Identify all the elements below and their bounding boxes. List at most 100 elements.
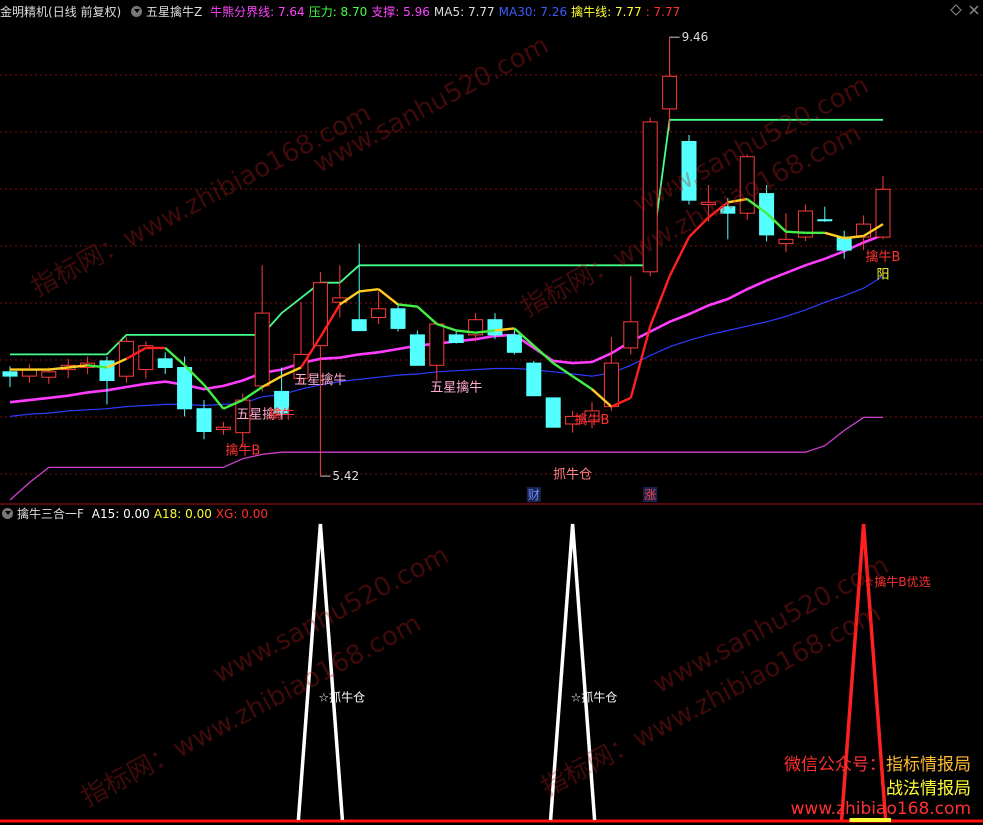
indicator-label: 擒牛线: <box>571 5 612 19</box>
signal-label: 擒牛B <box>575 412 610 428</box>
period-label: (日线 前复权) <box>48 5 122 19</box>
indicator-value: 0.00 <box>181 507 212 521</box>
candles[interactable] <box>2 37 891 477</box>
spike-label: ☆擒牛B优选 <box>864 574 931 589</box>
candle-body <box>448 334 464 343</box>
trend-segment <box>377 288 399 306</box>
indicator-label: XG: <box>215 507 238 521</box>
trend-segment <box>299 336 322 369</box>
promo-line-3: www.zhibiao168.com <box>790 799 971 819</box>
candle-body <box>196 408 212 433</box>
candle-body <box>254 312 270 387</box>
sub-header: 擒牛三合一F A15: 0.00 A18: 0.00 XG: 0.00 <box>0 504 276 524</box>
signal-label: 擒牛B <box>866 249 901 265</box>
candle-body <box>526 362 542 397</box>
trend-segment <box>688 216 710 238</box>
indicator-value: 7.64 <box>274 5 305 19</box>
trend-segment <box>397 303 418 308</box>
indicator-label: 压力: <box>308 5 337 19</box>
trend-segment <box>668 236 691 277</box>
candle-body <box>429 323 445 366</box>
indicator-name[interactable]: 五星擒牛Z <box>146 5 202 19</box>
diamond-icon[interactable] <box>950 4 962 16</box>
signal-spike <box>839 523 888 821</box>
bull-bear-line <box>9 233 884 404</box>
signal-label: 擒牛B <box>225 442 260 458</box>
promo-bureau: 指标情报局 <box>886 755 971 775</box>
signal-label: 五星擒牛 <box>294 372 346 388</box>
grid-lines <box>0 74 983 823</box>
candle-body <box>371 308 387 318</box>
candle-body <box>2 371 18 377</box>
stock-name: 金明精机 <box>0 5 49 19</box>
candle-body <box>41 371 57 378</box>
candle-body <box>99 360 115 381</box>
indicator-values: 牛熊分界线: 7.64 压力: 8.70 支撑: 5.96 MA5: 7.77 MA30… <box>210 5 684 19</box>
indicator-value: 8.70 <box>336 5 368 19</box>
indicator-value: 5.96 <box>399 5 430 19</box>
trend-segment <box>571 375 593 391</box>
candle-body <box>487 319 503 336</box>
sub-indicator-values: A15: 0.00 A18: 0.00 XG: 0.00 <box>92 507 272 521</box>
indicator-label: A18: <box>153 507 182 521</box>
indicator-label: 牛熊分界线: <box>210 5 275 19</box>
sub-panel: ☆抓牛仓 ☆抓牛仓 ☆擒牛B优选 <box>296 523 931 822</box>
price-marker-label: 5.42 <box>332 469 359 483</box>
indicator-value: 7.77 <box>464 5 495 19</box>
trend-segment <box>649 275 671 327</box>
spike-label: ☆抓牛仓 <box>571 690 618 705</box>
promo-line-2: 战法情报局 <box>886 779 971 799</box>
trend-segment <box>416 305 438 325</box>
trend-segment <box>785 230 806 234</box>
candle-body <box>409 334 425 366</box>
kline-chart[interactable]: 5.429.46擒牛B五星擒牛擒牛五星擒牛五星擒牛擒牛B抓牛仓擒牛B阳财涨 ☆抓… <box>0 0 983 825</box>
indicator-label: 支撑: <box>371 5 400 19</box>
candle-body <box>351 319 367 332</box>
price-marker-label: 9.46 <box>682 30 709 44</box>
indicator-value: 7.26 <box>536 5 568 19</box>
support-line <box>9 416 883 501</box>
signal-label: 擒牛 <box>269 407 295 423</box>
candle-body <box>215 426 231 430</box>
candle-body <box>836 236 852 251</box>
signal-spike <box>548 523 597 821</box>
sub-indicator-name[interactable]: 擒牛三合一F <box>17 507 84 521</box>
candle-body <box>662 75 678 110</box>
candle-body <box>817 219 833 222</box>
candle-body <box>157 358 173 368</box>
candle-body <box>875 188 891 238</box>
candle-body <box>720 206 736 214</box>
trend-segment <box>552 362 574 378</box>
indicator-label: MA30: <box>498 5 537 19</box>
promo-line-1: 微信公众号：指标情报局 <box>784 750 971 775</box>
indicator-value: 0.00 <box>119 507 150 521</box>
candle-body <box>700 201 716 206</box>
trend-segment <box>844 234 864 240</box>
indicator-menu-icon[interactable] <box>131 6 143 17</box>
trend-segment <box>824 231 845 240</box>
candle-body <box>390 308 406 329</box>
candle-body <box>681 141 697 201</box>
candle-body <box>778 238 794 245</box>
indicator-label: A15: <box>91 507 120 521</box>
close-icon[interactable] <box>968 4 980 16</box>
candle-body <box>177 367 193 410</box>
signal-label: 阳 <box>876 267 889 282</box>
candle-body <box>623 321 639 349</box>
promo-wechat-label: 微信公众号： <box>784 755 886 775</box>
candle-body <box>603 362 619 408</box>
candle-body <box>545 397 561 428</box>
resistance-line <box>10 118 883 356</box>
sub-indicator-menu-icon[interactable] <box>2 508 13 519</box>
event-badge: 财 <box>528 488 540 502</box>
signal-spike <box>296 523 345 821</box>
candle-body <box>506 334 522 353</box>
trend-line <box>10 197 884 410</box>
indicator-label: MA5: <box>433 5 465 19</box>
indicator-value: 7.77 <box>649 5 681 19</box>
candle-body <box>739 156 755 214</box>
spike-label: ☆抓牛仓 <box>318 690 365 705</box>
trend-segment <box>359 288 379 293</box>
event-badge: 涨 <box>644 487 656 502</box>
signal-label: 抓牛仓 <box>553 467 592 482</box>
